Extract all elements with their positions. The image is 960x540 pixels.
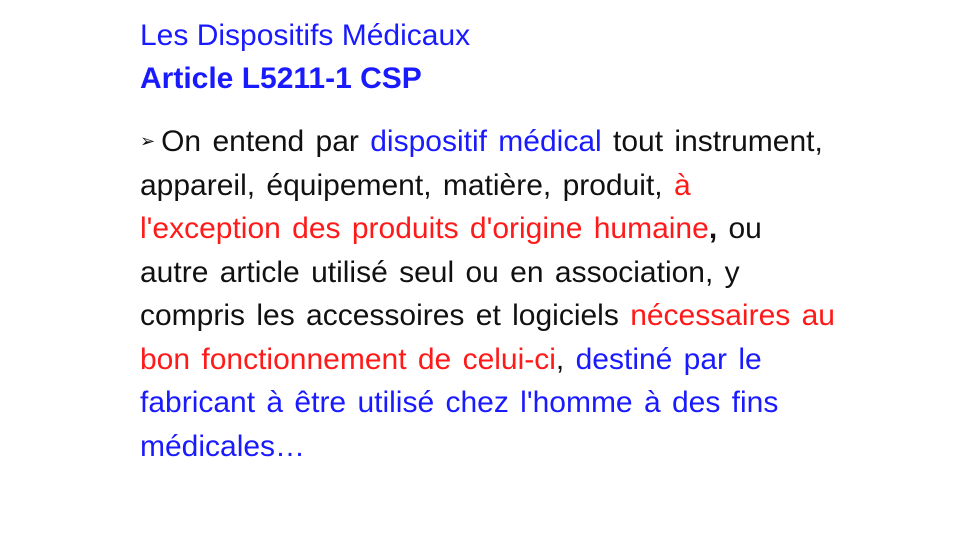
text-comma: , bbox=[708, 212, 718, 245]
text-comma-2: , bbox=[555, 342, 565, 376]
arrow-bullet-icon: ➢ bbox=[140, 131, 156, 152]
slide-subtitle: Article L5211-1 CSP bbox=[140, 62, 422, 95]
definition-paragraph: ➢ On entend par dispositif médical tout i… bbox=[140, 120, 840, 468]
slide-title: Les Dispositifs Médicaux bbox=[140, 19, 471, 52]
text-intro: On entend par bbox=[161, 125, 359, 158]
term-dispositif-medical: dispositif médical bbox=[370, 125, 602, 158]
slide: Les Dispositifs Médicaux Article L5211-1… bbox=[0, 0, 960, 540]
